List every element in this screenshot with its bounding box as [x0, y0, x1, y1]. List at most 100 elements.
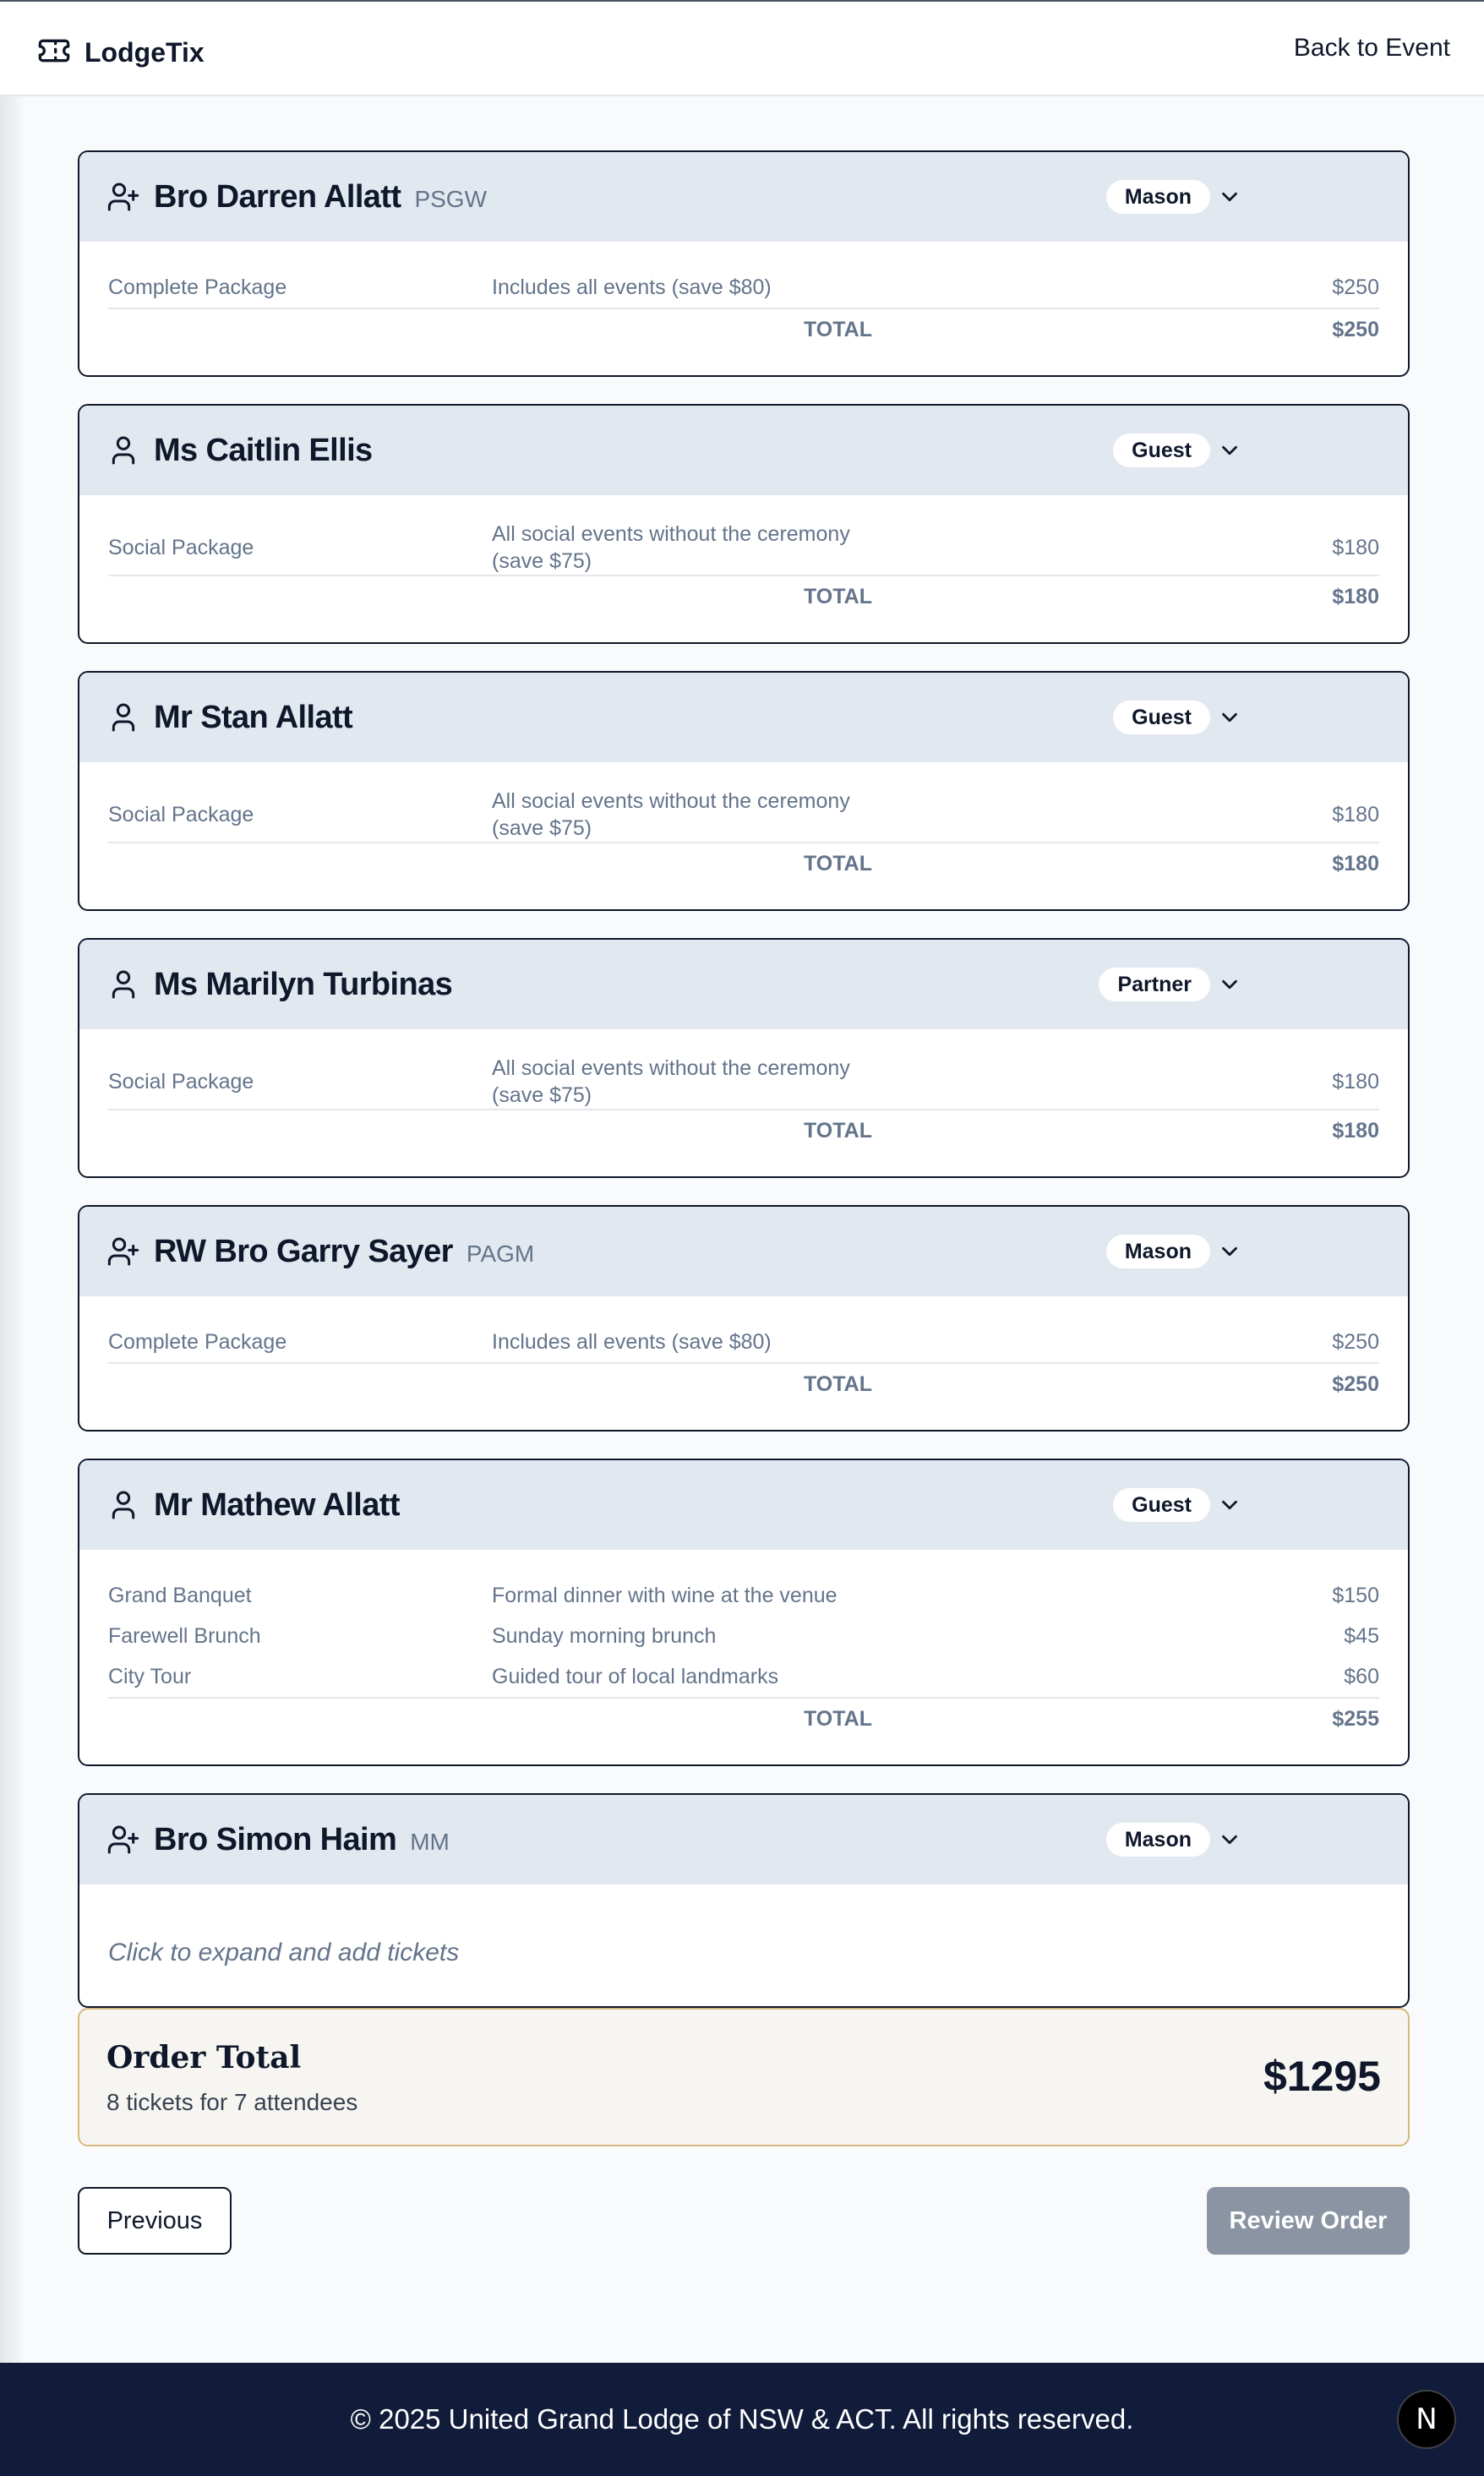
order-total-title: Order Total	[106, 2040, 302, 2075]
attendee-card: Mr Mathew Allatt Guest Grand Banquet Formal…	[78, 1459, 1410, 1766]
ticket-price: $180	[1332, 802, 1379, 826]
attendee-card: Ms Caitlin Ellis Guest Social Package All s…	[78, 404, 1410, 644]
total-value: $250	[1332, 317, 1379, 341]
attendee-total-row: TOTAL $250	[108, 308, 1379, 350]
attendee-card-header[interactable]: Bro Darren Allatt PSGW Mason	[79, 152, 1408, 242]
user-icon	[106, 434, 140, 467]
attendee-card-body: Complete Package Includes all events (sav…	[79, 242, 1408, 375]
attendee-name: Mr Mathew Allatt	[154, 1486, 401, 1523]
attendee-name: Bro Simon Haim	[154, 1821, 397, 1857]
attendee-type-badge[interactable]: Mason	[1105, 180, 1210, 214]
attendee-card: Bro Simon Haim MM Mason Click to expand and…	[78, 1793, 1410, 2008]
attendee-type-badge[interactable]: Guest	[1113, 434, 1210, 467]
ticket-icon	[37, 34, 71, 72]
attendee-type-badge[interactable]: Partner	[1099, 968, 1210, 1001]
chevron-down-icon[interactable]	[1217, 1827, 1242, 1852]
brand[interactable]: LodgeTix	[37, 34, 205, 72]
total-value: $250	[1332, 1372, 1379, 1396]
attendee-rank: MM	[410, 1829, 450, 1855]
attendee-card-header[interactable]: Ms Caitlin Ellis Guest	[79, 406, 1408, 495]
previous-button[interactable]: Previous	[78, 2187, 232, 2255]
attendee-list: Bro Darren Allatt PSGW Mason Complete Packa…	[78, 150, 1410, 2035]
attendee-rank: PSGW	[414, 186, 488, 212]
copyright-text: © 2025 United Grand Lodge of NSW & ACT. …	[350, 2403, 1134, 2435]
attendee-card-header[interactable]: Bro Simon Haim MM Mason	[79, 1795, 1408, 1884]
ticket-price: $150	[1332, 1583, 1379, 1607]
attendee-name-group: Mr Mathew Allatt	[154, 1460, 401, 1550]
ticket-name: Complete Package	[108, 1329, 287, 1354]
side-shade	[0, 96, 25, 2363]
attendee-type-badge[interactable]: Mason	[1105, 1823, 1210, 1857]
total-value: $180	[1332, 1118, 1379, 1143]
attendee-card-header[interactable]: RW Bro Garry Sayer PAGM Mason	[79, 1207, 1408, 1296]
ticket-name: Farewell Brunch	[108, 1623, 261, 1648]
ticket-description: All social events without the ceremony (…	[492, 522, 850, 573]
ticket-line-item: Social Package All social events without …	[108, 788, 1379, 842]
attendee-card-body: Grand Banquet Formal dinner with wine at …	[79, 1550, 1408, 1764]
order-total-subtitle: 8 tickets for 7 attendees	[106, 2089, 358, 2115]
ticket-description: Sunday morning brunch	[492, 1624, 717, 1648]
attendee-total-row: TOTAL $180	[108, 1109, 1379, 1151]
ticket-name: Social Package	[108, 535, 254, 559]
attendee-card-header[interactable]: Mr Stan Allatt Guest	[79, 673, 1408, 762]
attendee-rank: PAGM	[466, 1241, 535, 1267]
attendee-type-badge[interactable]: Guest	[1113, 701, 1210, 734]
order-total-amount: $1295	[1263, 2053, 1381, 2100]
ticket-name: Social Package	[108, 802, 254, 826]
chevron-down-icon[interactable]	[1217, 705, 1242, 730]
attendee-name: Bro Darren Allatt	[154, 178, 401, 215]
total-label: TOTAL	[803, 1118, 872, 1143]
attendee-total-row: TOTAL $250	[108, 1362, 1379, 1404]
ticket-price: $250	[1332, 275, 1379, 299]
ticket-name: Complete Package	[108, 275, 287, 299]
attendee-name: Mr Stan Allatt	[154, 699, 353, 735]
ticket-description: Includes all events (save $80)	[492, 275, 772, 299]
ticket-name: Grand Banquet	[108, 1583, 252, 1607]
attendee-name-group: Bro Darren Allatt PSGW	[154, 152, 487, 242]
dev-tools-badge[interactable]: N	[1397, 2390, 1456, 2449]
ticket-line-item: Social Package All social events without …	[108, 521, 1379, 575]
attendee-type-badge[interactable]: Mason	[1105, 1235, 1210, 1268]
attendee-name-group: Mr Stan Allatt	[154, 673, 353, 762]
ticket-name: City Tour	[108, 1664, 192, 1688]
attendee-card: Bro Darren Allatt PSGW Mason Complete Packa…	[78, 150, 1410, 377]
chevron-down-icon[interactable]	[1217, 1492, 1242, 1518]
ticket-line-item: City Tour Guided tour of local landmarks $…	[108, 1656, 1379, 1697]
attendee-type-badge[interactable]: Guest	[1113, 1488, 1210, 1522]
ticket-line-item: Grand Banquet Formal dinner with wine at …	[108, 1575, 1379, 1616]
attendee-card-body: Social Package All social events without …	[79, 495, 1408, 642]
total-label: TOTAL	[803, 1706, 872, 1731]
attendee-card: RW Bro Garry Sayer PAGM Mason Complete Pack…	[78, 1205, 1410, 1432]
user-plus-icon	[106, 180, 140, 214]
chevron-down-icon[interactable]	[1217, 972, 1242, 997]
ticket-description: Includes all events (save $80)	[492, 1330, 772, 1354]
ticket-price: $250	[1332, 1329, 1379, 1354]
ticket-line-item: Social Package All social events without …	[108, 1055, 1379, 1109]
attendee-total-row: TOTAL $180	[108, 842, 1379, 884]
total-value: $180	[1332, 851, 1379, 875]
attendee-total-row: TOTAL $255	[108, 1697, 1379, 1739]
attendee-card: Ms Marilyn Turbinas Partner Social Package…	[78, 938, 1410, 1178]
ticket-description: Formal dinner with wine at the venue	[492, 1584, 837, 1607]
attendee-card-body: Complete Package Includes all events (sav…	[79, 1296, 1408, 1430]
footer: © 2025 United Grand Lodge of NSW & ACT. …	[0, 2363, 1484, 2476]
ticket-line-item: Complete Package Includes all events (sav…	[108, 1322, 1379, 1362]
ticket-line-item: Farewell Brunch Sunday morning brunch $45	[108, 1616, 1379, 1656]
attendee-card-header[interactable]: Mr Mathew Allatt Guest	[79, 1460, 1408, 1550]
chevron-down-icon[interactable]	[1217, 438, 1242, 463]
user-icon	[106, 1488, 140, 1522]
top-bar: LodgeTix Back to Event	[0, 0, 1484, 96]
back-to-event-link[interactable]: Back to Event	[1294, 34, 1450, 63]
attendee-card-body: Social Package All social events without …	[79, 1029, 1408, 1176]
total-label: TOTAL	[803, 584, 872, 608]
add-tickets-hint[interactable]: Click to expand and add tickets	[108, 1910, 1379, 1981]
chevron-down-icon[interactable]	[1217, 184, 1242, 210]
total-value: $180	[1332, 584, 1379, 608]
total-label: TOTAL	[803, 851, 872, 875]
ticket-price: $45	[1344, 1623, 1379, 1648]
attendee-name-group: Ms Marilyn Turbinas	[154, 940, 453, 1029]
attendee-card-header[interactable]: Ms Marilyn Turbinas Partner	[79, 940, 1408, 1029]
review-order-button[interactable]: Review Order	[1207, 2187, 1410, 2255]
ticket-description: All social events without the ceremony (…	[492, 789, 850, 840]
chevron-down-icon[interactable]	[1217, 1239, 1242, 1264]
